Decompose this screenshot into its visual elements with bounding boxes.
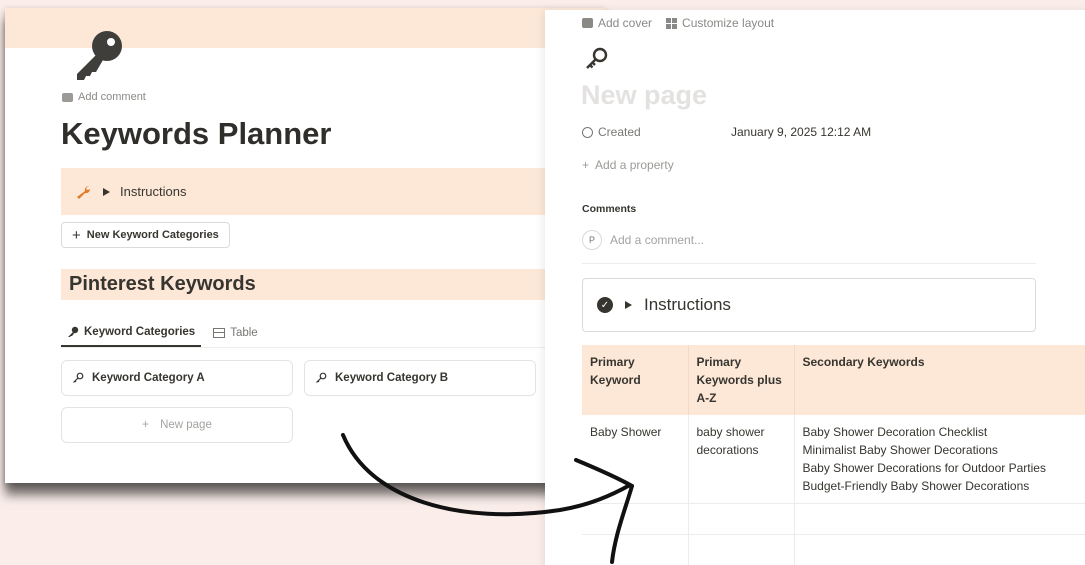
add-property-label: Add a property (595, 158, 674, 172)
table-header-row: Primary Keyword Primary Keywords plus A-… (582, 345, 1085, 415)
column-header[interactable]: Primary Keyword (582, 345, 689, 415)
layout-icon (666, 17, 678, 29)
key-icon[interactable] (583, 46, 609, 72)
new-keyword-categories-button[interactable]: + New Keyword Categories (61, 222, 230, 248)
keywords-planner-window: Add comment Keywords Planner Instruction… (5, 8, 605, 483)
page-topbar: Add cover Customize layout (582, 16, 774, 30)
secondary-keyword: Minimalist Baby Shower Decorations (802, 443, 998, 457)
table-cell[interactable]: Baby Shower (582, 415, 689, 504)
comment-input[interactable]: P Add a comment... (582, 230, 704, 250)
card-keyword-category-a[interactable]: Keyword Category A (61, 360, 293, 396)
card-label: Keyword Category B (335, 372, 449, 384)
add-comment-label: Add comment (78, 91, 146, 103)
property-name: Created (598, 125, 641, 139)
table-cell[interactable]: baby shower decorations (688, 415, 795, 504)
key-icon (73, 372, 84, 383)
add-comment-button[interactable]: Add comment (62, 91, 146, 103)
instructions-toggle[interactable]: ✓ Instructions (582, 278, 1036, 332)
tab-label: Table (230, 326, 258, 339)
callout-label: Instructions (120, 184, 187, 199)
key-icon (316, 372, 327, 383)
table-row: Baby Shower baby shower decorations Baby… (582, 415, 1085, 504)
divider (582, 263, 1036, 264)
card-label: Keyword Category A (92, 372, 205, 384)
new-page-label: New page (160, 419, 212, 431)
plus-icon: + (582, 158, 590, 172)
customize-layout-label: Customize layout (682, 16, 775, 30)
table-cell[interactable] (688, 503, 795, 535)
table-cell[interactable] (688, 534, 795, 565)
add-property-button[interactable]: + Add a property (582, 158, 674, 172)
add-cover-label: Add cover (598, 16, 653, 30)
property-created-value: January 9, 2025 12:12 AM (731, 125, 872, 139)
keywords-table: Primary Keyword Primary Keywords plus A-… (582, 345, 1085, 565)
table-icon (213, 327, 226, 338)
view-tabs: Keyword Categories Table (61, 318, 561, 348)
page-title[interactable]: Keywords Planner (61, 116, 331, 152)
table-row (582, 534, 1085, 565)
new-page-window: Add cover Customize layout New page Crea… (545, 10, 1085, 565)
toggle-arrow-icon[interactable] (103, 187, 110, 196)
table-cell[interactable] (582, 503, 689, 535)
page-title-placeholder[interactable]: New page (581, 80, 707, 111)
column-header[interactable]: Secondary Keywords (794, 345, 1085, 415)
instructions-callout[interactable]: Instructions (61, 168, 561, 215)
add-cover-button[interactable]: Add cover (582, 16, 652, 30)
secondary-keyword: Baby Shower Decorations for Outdoor Part… (802, 461, 1046, 475)
plus-icon: + (142, 419, 153, 431)
new-categories-label: New Keyword Categories (86, 229, 219, 241)
image-icon (582, 18, 593, 28)
tab-label: Keyword Categories (84, 325, 196, 338)
column-header[interactable]: Primary Keywords plus A-Z (688, 345, 795, 415)
key-icon (77, 31, 122, 80)
tab-table[interactable]: Table (207, 318, 264, 347)
avatar: P (582, 230, 602, 250)
key-icon (68, 326, 79, 337)
comments-heading: Comments (582, 203, 637, 215)
secondary-keyword: Budget-Friendly Baby Shower Decorations (802, 479, 1030, 493)
comment-icon (62, 92, 73, 102)
table-row (582, 503, 1085, 535)
comment-placeholder: Add a comment... (610, 233, 705, 247)
instructions-label: Instructions (644, 295, 731, 314)
section-heading: Pinterest Keywords (61, 269, 561, 300)
tab-keyword-categories[interactable]: Keyword Categories (61, 318, 202, 347)
table-cell[interactable] (794, 503, 1085, 535)
plus-icon: + (72, 226, 81, 244)
property-created[interactable]: Created (582, 125, 641, 139)
secondary-keyword: Baby Shower Decoration Checklist (802, 425, 988, 439)
customize-layout-button[interactable]: Customize layout (666, 16, 774, 30)
clock-icon (582, 126, 593, 138)
card-keyword-category-b[interactable]: Keyword Category B (304, 360, 536, 396)
table-cell[interactable] (582, 534, 689, 565)
toggle-arrow-icon[interactable] (625, 301, 632, 309)
new-page-button[interactable]: + New page (61, 407, 293, 443)
table-cell[interactable]: Baby Shower Decoration Checklist Minimal… (794, 415, 1085, 504)
table-cell[interactable] (794, 534, 1085, 565)
check-circle-icon: ✓ (597, 297, 613, 313)
wrench-icon (77, 185, 91, 199)
